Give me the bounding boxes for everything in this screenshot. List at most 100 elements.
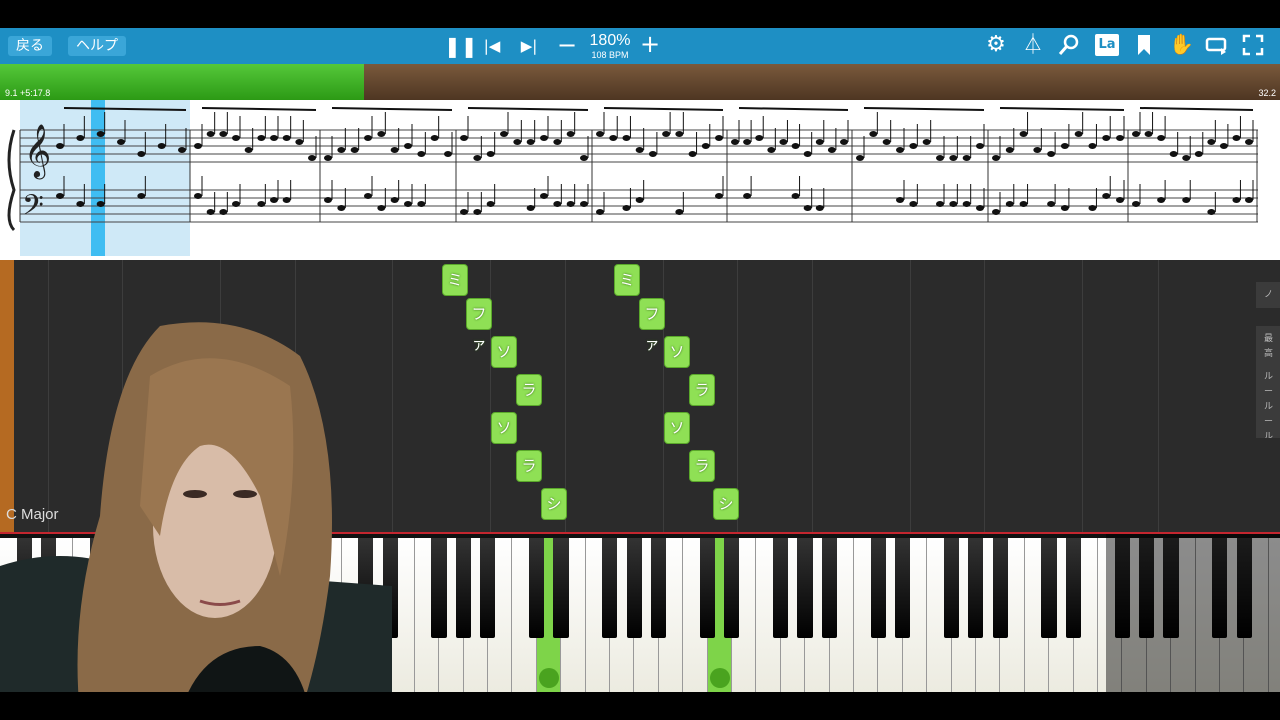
- note-head: [270, 135, 278, 141]
- note-head: [1245, 197, 1253, 203]
- note-head: [1047, 151, 1056, 157]
- black-key[interactable]: [724, 538, 740, 638]
- note-head: [364, 193, 372, 199]
- note-head: [417, 201, 426, 207]
- black-key[interactable]: [455, 538, 471, 638]
- next-icon[interactable]: ▶|: [519, 36, 539, 56]
- note-head: [840, 139, 848, 145]
- note-head: [1132, 131, 1140, 137]
- note-head: [206, 209, 215, 215]
- note-head: [178, 147, 186, 153]
- note-head: [324, 155, 332, 161]
- note-head: [157, 143, 166, 149]
- pause-icon[interactable]: ❚❚: [444, 36, 478, 56]
- note-head: [1232, 197, 1241, 203]
- roll-gridline: [984, 260, 985, 532]
- note-label-icon[interactable]: La: [1095, 34, 1119, 56]
- note-head: [232, 135, 240, 141]
- progress-bar[interactable]: 9.1 +5:17.8 32.2: [0, 64, 1280, 100]
- black-key[interactable]: [772, 538, 789, 638]
- side-panel-tab[interactable]: ノー: [1256, 282, 1280, 308]
- plus-icon[interactable]: +: [640, 32, 660, 56]
- note-head: [257, 135, 266, 141]
- black-key[interactable]: [797, 538, 813, 638]
- note-head: [486, 151, 495, 157]
- help-button[interactable]: ヘルプ: [68, 36, 126, 56]
- note-head: [815, 139, 824, 145]
- bookmark-icon[interactable]: [1134, 34, 1154, 59]
- beam: [999, 107, 1125, 111]
- black-key[interactable]: [480, 538, 496, 638]
- note-head: [743, 193, 752, 199]
- key-press-indicator: [538, 668, 559, 688]
- note-head: [364, 135, 372, 141]
- black-key[interactable]: [992, 538, 1008, 638]
- note-head: [566, 131, 575, 137]
- previous-icon[interactable]: |◀: [482, 36, 502, 56]
- black-key[interactable]: [894, 538, 911, 638]
- search-icon[interactable]: [1058, 34, 1080, 59]
- black-key[interactable]: [821, 538, 837, 638]
- loop-icon[interactable]: [1204, 34, 1228, 59]
- hand-icon[interactable]: ✋: [1169, 34, 1194, 54]
- beam: [863, 107, 985, 111]
- black-key[interactable]: [1065, 538, 1081, 638]
- note-head: [596, 209, 604, 215]
- black-key[interactable]: [943, 538, 959, 638]
- black-key[interactable]: [626, 538, 642, 638]
- note-head: [76, 135, 85, 141]
- black-key[interactable]: [699, 538, 715, 638]
- black-key[interactable]: [870, 538, 886, 638]
- black-key[interactable]: [602, 538, 618, 638]
- note-head: [675, 131, 684, 137]
- note-head: [337, 205, 346, 211]
- treble-clef: 𝄞: [24, 123, 51, 179]
- webcam-overlay: [0, 316, 392, 714]
- note-head: [1182, 155, 1191, 161]
- note-head: [566, 201, 575, 207]
- note-head: [635, 147, 644, 153]
- note-head: [56, 193, 64, 199]
- note-head: [377, 205, 386, 211]
- black-key[interactable]: [431, 538, 447, 638]
- black-key[interactable]: [1041, 538, 1057, 638]
- back-button[interactable]: 戻る: [8, 36, 52, 56]
- note-head: [1132, 201, 1140, 207]
- note-head: [460, 209, 468, 215]
- note-head: [232, 201, 240, 207]
- note-head: [553, 201, 562, 207]
- beam: [331, 107, 453, 111]
- minus-icon[interactable]: −: [557, 33, 577, 57]
- black-key[interactable]: [968, 538, 984, 638]
- note-head: [404, 143, 412, 149]
- beam: [467, 107, 589, 111]
- sheet-music[interactable]: 𝄞 𝄢: [0, 100, 1280, 260]
- note-head: [803, 205, 812, 211]
- gear-icon[interactable]: ⚙: [985, 34, 1007, 56]
- bottom-border: [0, 692, 1280, 720]
- black-key[interactable]: [553, 538, 569, 638]
- note-head: [1245, 139, 1253, 145]
- note-head: [1060, 143, 1069, 149]
- note-head: [1019, 131, 1028, 137]
- note-head: [767, 147, 776, 153]
- note-head: [1182, 197, 1191, 203]
- roll-gridline: [392, 260, 393, 532]
- black-key[interactable]: [528, 538, 545, 638]
- note-head: [755, 135, 764, 141]
- black-key[interactable]: [650, 538, 667, 638]
- note-head: [962, 155, 971, 161]
- fullscreen-icon[interactable]: [1242, 34, 1264, 59]
- note-head: [743, 139, 752, 145]
- note-head: [324, 197, 332, 203]
- note-head: [909, 143, 918, 149]
- note-head: [194, 193, 202, 199]
- note-head: [473, 209, 482, 215]
- note-head: [869, 131, 878, 137]
- note-head: [500, 131, 508, 137]
- falling-note: ミ: [614, 264, 640, 296]
- note-head: [244, 147, 253, 153]
- note-head: [803, 151, 812, 157]
- note-head: [662, 131, 671, 137]
- metronome-icon[interactable]: ⏃: [1023, 34, 1043, 54]
